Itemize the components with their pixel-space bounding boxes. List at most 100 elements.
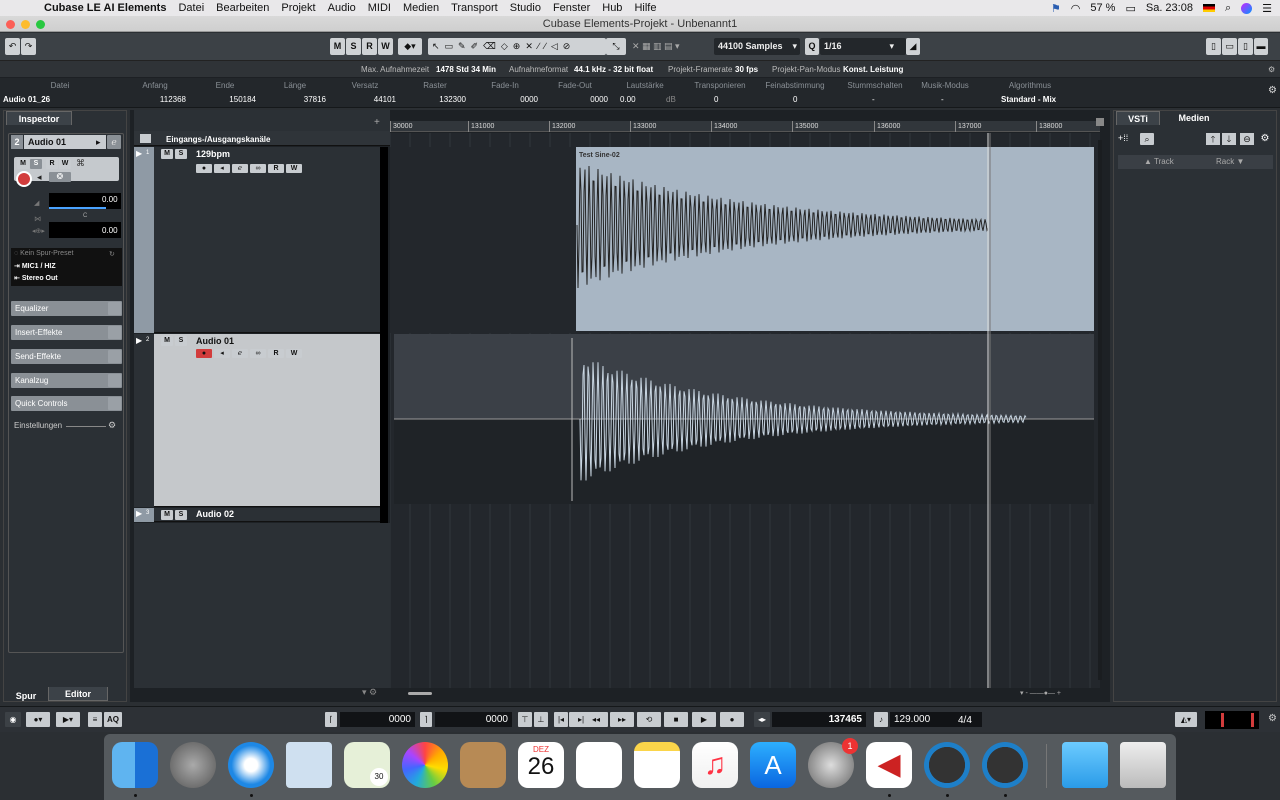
auto-quantize-button[interactable]: AQ — [104, 712, 122, 727]
triangle-right-icon[interactable]: ▸ — [96, 135, 101, 149]
quantize-options-icon[interactable]: ◢ — [906, 38, 920, 55]
monitor-icon[interactable]: ◂ — [37, 172, 42, 183]
add-instrument-icon[interactable]: +⁞⁞ — [1118, 133, 1132, 145]
forward-icon[interactable]: ▸▸ — [610, 712, 634, 727]
track2-solo-button[interactable]: S — [175, 336, 187, 346]
menu-datei[interactable]: Datei — [178, 2, 204, 14]
left-locator-value[interactable]: 0000 — [340, 712, 415, 727]
framerate-value[interactable]: 30 fps — [735, 65, 758, 74]
write-mode-button[interactable]: W — [378, 38, 393, 55]
inspector-write-button[interactable]: W — [59, 159, 71, 169]
track2-record-icon[interactable]: ● — [196, 349, 212, 358]
track1-write-button[interactable]: W — [286, 164, 302, 173]
track-header-3[interactable]: ▶ 3 M S Audio 02 — [134, 508, 380, 522]
rec-format-value[interactable]: 44.1 kHz - 32 bit float — [574, 65, 653, 74]
track1-edit-icon[interactable]: ℯ — [232, 164, 248, 173]
time-format-icon[interactable]: ◂▸ — [754, 712, 770, 727]
tab-inspector[interactable]: Inspector — [6, 111, 72, 125]
safari-icon[interactable] — [228, 742, 274, 788]
samples-selector[interactable]: 44100 Samples ▾ — [714, 38, 800, 55]
autoscroll-icon[interactable]: ◆▾ — [398, 38, 422, 55]
redo-icon[interactable]: ↷ — [21, 38, 36, 55]
status-settings-icon[interactable]: ⚙ — [1268, 65, 1275, 74]
position-display[interactable]: 137465 — [772, 712, 866, 727]
metronome-icon[interactable]: ◭▾ — [1175, 712, 1197, 727]
track-list-settings-icon[interactable]: ▾ ⚙ — [362, 687, 377, 698]
launchpad-icon[interactable] — [170, 742, 216, 788]
bluetooth-icon[interactable]: ⚑ — [1051, 2, 1061, 15]
info-value-stummschalten[interactable]: - — [872, 95, 875, 104]
section-send-effects[interactable]: Send-Effekte — [11, 349, 122, 364]
section-quick-controls[interactable]: Quick Controls — [11, 396, 122, 411]
solo-mode-button[interactable]: S — [346, 38, 361, 55]
rack-sort-header[interactable]: Rack ▼ — [1216, 157, 1244, 166]
volume-fader[interactable] — [49, 207, 106, 209]
record-icon[interactable]: ● — [720, 712, 744, 727]
music-icon[interactable]: ♫ — [692, 742, 738, 788]
stop-icon[interactable]: ■ — [664, 712, 688, 727]
track-header-2[interactable]: ▶ 2 M S Audio 01 ● ◂ ℯ ∞ R W — [134, 334, 380, 507]
section-insert-effects[interactable]: Insert-Effekte — [11, 325, 122, 340]
mail-icon[interactable] — [286, 742, 332, 788]
horizontal-scrollbar[interactable] — [408, 692, 432, 695]
ruler-options-icon[interactable] — [1096, 118, 1104, 126]
menu-transport[interactable]: Transport — [451, 2, 498, 14]
battery-icon[interactable]: ▭ — [1125, 2, 1135, 15]
ua-console-icon[interactable] — [924, 742, 970, 788]
info-value-fade-in[interactable]: 0000 — [480, 95, 538, 104]
track1-read-button[interactable]: R — [268, 164, 284, 173]
quantize-selector[interactable]: 1/16 ▾ — [820, 38, 906, 55]
cycle-icon[interactable]: ⟲ — [637, 712, 661, 727]
track2-name[interactable]: Audio 01 — [196, 336, 234, 346]
flag-icon[interactable] — [1202, 4, 1215, 12]
left-locator-icon[interactable]: ⌈ — [325, 712, 337, 727]
system-preferences-icon[interactable]: 1 — [808, 738, 858, 788]
play-icon[interactable]: ▶ — [692, 712, 716, 727]
notes-icon[interactable] — [634, 742, 680, 788]
transport-settings-icon[interactable]: ⚙ — [1268, 713, 1277, 724]
menu-fenster[interactable]: Fenster — [553, 2, 590, 14]
track1-solo-button[interactable]: S — [175, 149, 187, 159]
punch-icon[interactable]: ≡ — [88, 712, 102, 727]
vertical-scrollbar[interactable] — [1098, 140, 1102, 680]
right-locator-value[interactable]: 0000 — [435, 712, 512, 727]
snap-mode-icons[interactable]: ✕ ▦ ▥ ▤ ▾ — [628, 38, 712, 55]
snap-tool-icon[interactable]: ⤡ — [606, 38, 626, 55]
zoom-window-icon[interactable] — [36, 20, 45, 29]
event-display[interactable]: Test Sine-02 — [390, 133, 1100, 688]
layout-bottom-icon[interactable]: ▭ — [1222, 38, 1237, 55]
layout-right-icon[interactable]: ▯ — [1238, 38, 1253, 55]
record-mode-icon[interactable]: ●▾ — [26, 712, 50, 727]
edit-channel-icon[interactable]: ℯ — [107, 135, 121, 149]
tab-medien[interactable]: Medien — [1164, 111, 1224, 125]
info-value-lautstaerke[interactable]: 0.00 — [620, 95, 636, 104]
timeline-ruler[interactable]: 30000 131000 132000 133000 134000 135000… — [390, 121, 1100, 132]
collapse-icon[interactable]: ⊖ — [1240, 133, 1254, 145]
calendar-icon[interactable]: DEZ 26 — [518, 742, 564, 788]
output-routing[interactable]: ⇤ Stereo Out — [14, 274, 58, 282]
track3-mute-button[interactable]: M — [161, 510, 173, 520]
info-value-fade-out[interactable]: 0000 — [550, 95, 608, 104]
infoline-settings-icon[interactable]: ⚙ — [1268, 85, 1277, 96]
info-value-raster[interactable]: 132300 — [410, 95, 466, 104]
info-value-datei[interactable]: Audio 01_26 — [3, 95, 50, 104]
eq-icon[interactable] — [108, 302, 121, 315]
preset-field[interactable]: ◌ Kein Spur-Preset — [14, 250, 73, 257]
menu-hub[interactable]: Hub — [602, 2, 622, 14]
undo-icon[interactable]: ↶ — [5, 38, 20, 55]
expand-track-icon[interactable]: ▶ — [136, 509, 142, 518]
pan-mode-value[interactable]: Konst. Leistung — [843, 65, 903, 74]
contacts-icon[interactable] — [460, 742, 506, 788]
menu-app-name[interactable]: Cubase LE AI Elements — [44, 2, 166, 14]
maps-icon[interactable]: 30 — [344, 742, 390, 788]
info-value-algorithmus[interactable]: Standard - Mix — [1001, 95, 1056, 104]
add-track-icon[interactable]: + — [374, 117, 380, 128]
track1-link-icon[interactable]: ∞ — [250, 164, 266, 173]
track2-edit-icon[interactable]: ℯ — [232, 349, 248, 358]
volume-value[interactable]: 0.00 — [102, 195, 118, 204]
power-icon[interactable] — [108, 326, 121, 339]
strip-icon[interactable] — [108, 374, 121, 387]
trash-icon[interactable] — [1120, 742, 1166, 788]
track-name-field[interactable]: Audio 01 — [24, 135, 106, 149]
info-value-transponieren[interactable]: 0 — [714, 95, 718, 104]
